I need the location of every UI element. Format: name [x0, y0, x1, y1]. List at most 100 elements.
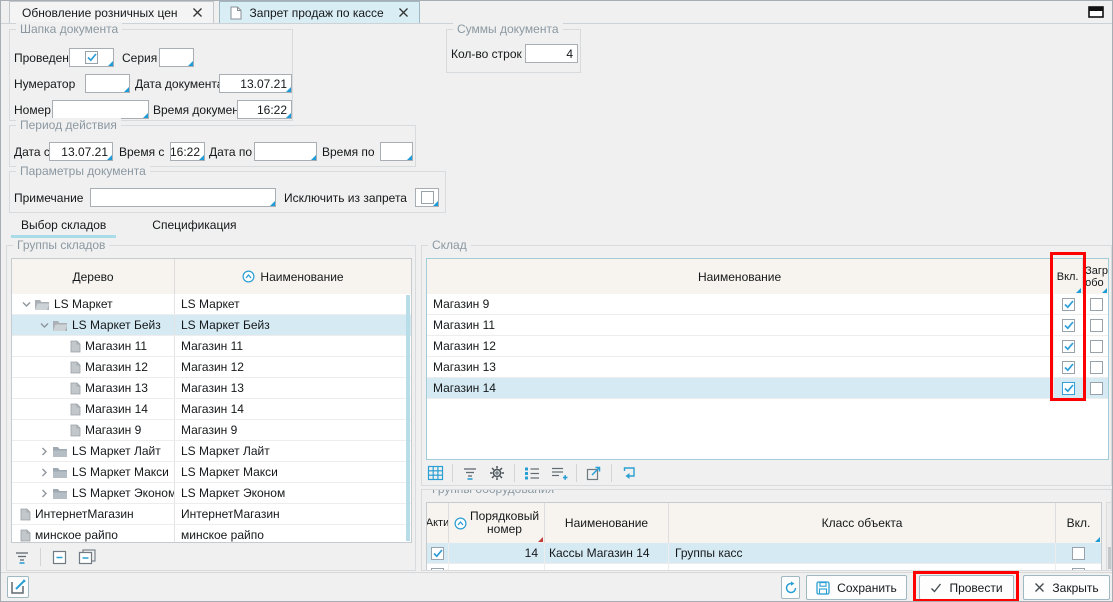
edit-button[interactable] [7, 576, 29, 598]
equipment-scrollbar[interactable] [1106, 502, 1112, 571]
tree-row[interactable]: LS Маркет МаксиLS Маркет Макси [12, 462, 411, 483]
document-date-field[interactable]: 13.07.21 [219, 74, 292, 93]
equipment-row[interactable]: 14Кассы Магазин 14Группы касс [427, 543, 1101, 564]
column-header-name[interactable]: Наименование [427, 259, 1053, 294]
exclude-checkbox[interactable] [421, 191, 434, 204]
chevron-down-icon[interactable] [36, 320, 52, 331]
reload-icon[interactable] [619, 463, 639, 483]
sklad-row[interactable]: Магазин 11 [427, 315, 1108, 336]
tree-row[interactable]: LS МаркетLS Маркет [12, 294, 411, 315]
tree-row[interactable]: минское райпоминское райпо [12, 525, 411, 542]
zagr-checkbox[interactable] [1090, 382, 1103, 395]
grid-icon[interactable] [425, 463, 445, 483]
collapse-all-icon[interactable] [77, 547, 97, 567]
filter-icon[interactable] [460, 463, 480, 483]
tree-row[interactable]: LS Маркет БейзLS Маркет Бейз [12, 315, 411, 336]
column-header-order[interactable]: Порядковыйномер [449, 503, 545, 543]
row-count-field[interactable]: 4 [525, 44, 578, 63]
tab-close-icon[interactable] [192, 7, 203, 18]
tree-row[interactable]: Магазин 12Магазин 12 [12, 357, 411, 378]
column-header-zagr[interactable]: Загробо [1083, 259, 1108, 294]
collapse-icon[interactable] [49, 547, 69, 567]
tree-row[interactable]: Магазин 9Магазин 9 [12, 420, 411, 441]
column-header-name[interactable]: Наименование [175, 259, 411, 294]
column-header-vkl[interactable]: Вкл. [1056, 503, 1101, 543]
tree-row[interactable]: LS Маркет ЛайтLS Маркет Лайт [12, 441, 411, 462]
document-time-field[interactable]: 16:22 [237, 100, 292, 119]
time-to-field[interactable] [380, 142, 413, 161]
vkl-checkbox[interactable] [1062, 340, 1075, 353]
zagr-checkbox[interactable] [1090, 361, 1103, 374]
column-header-name[interactable]: Наименование [545, 503, 669, 543]
tree-row[interactable]: ИнтернетМагазинИнтернетМагазин [12, 504, 411, 525]
posted-checkbox[interactable] [85, 51, 98, 64]
column-header-vkl[interactable]: Вкл. [1053, 259, 1083, 294]
add-list-icon[interactable] [549, 463, 569, 483]
date-from-field[interactable]: 13.07.21 [49, 142, 113, 161]
vkl-checkbox[interactable] [1062, 361, 1075, 374]
chevron-right-icon[interactable] [36, 467, 52, 478]
subtab-inactive[interactable]: Спецификация [142, 215, 246, 238]
vkl-checkbox[interactable] [1062, 382, 1075, 395]
date-to-label: Дата по [209, 145, 252, 159]
refresh-button[interactable] [781, 576, 800, 599]
exclude-checkbox-field[interactable] [415, 188, 439, 207]
group-equipment-groups: Группы оборудования Акти Порядковыйномер… [421, 489, 1112, 571]
zagr-checkbox[interactable] [1090, 319, 1103, 332]
folder-open-icon [52, 319, 68, 332]
chevron-right-icon[interactable] [36, 488, 52, 499]
active-checkbox[interactable] [431, 568, 444, 572]
tree-row[interactable]: Магазин 11Магазин 11 [12, 336, 411, 357]
numerator-field[interactable] [85, 74, 130, 93]
folder-closed-icon [52, 487, 68, 500]
vkl-checkbox[interactable] [1072, 568, 1085, 572]
subtab-active[interactable]: Выбор складов [11, 215, 116, 238]
sklad-row[interactable]: Магазин 9 [427, 294, 1108, 315]
post-button[interactable]: Провести [919, 575, 1014, 600]
tree-row[interactable]: LS Маркет ЭкономLS Маркет Эконом [12, 483, 411, 504]
series-field[interactable] [159, 48, 194, 67]
note-field[interactable] [90, 188, 276, 207]
scrollbar-thumb[interactable] [1108, 547, 1112, 569]
time-from-field[interactable]: 16:22 [170, 142, 205, 161]
tree-item-label: Магазин 9 [85, 423, 141, 437]
column-header-class[interactable]: Класс объекта [669, 503, 1056, 543]
numerator-label: Нумератор [14, 77, 75, 91]
chevron-down-icon[interactable] [18, 299, 34, 310]
restore-window-icon[interactable] [1088, 6, 1104, 18]
tree-scrollbar[interactable] [406, 295, 410, 541]
active-checkbox[interactable] [431, 547, 444, 560]
zagr-checkbox[interactable] [1090, 340, 1103, 353]
tree-item-label: Магазин 13 [85, 381, 148, 395]
column-header-tree[interactable]: Дерево [12, 259, 175, 294]
sklad-row[interactable]: Магазин 13 [427, 357, 1108, 378]
tree-row[interactable]: Магазин 13Магазин 13 [12, 378, 411, 399]
tab-inactive[interactable]: Обновление розничных цен [9, 1, 214, 23]
vkl-checkbox[interactable] [1072, 547, 1085, 560]
export-icon[interactable] [584, 463, 604, 483]
date-to-field[interactable] [254, 142, 317, 161]
tree-row[interactable]: Магазин 14Магазин 14 [12, 399, 411, 420]
tab-active[interactable]: Запрет продаж по кассе [219, 1, 420, 23]
column-header-label: Дерево [72, 270, 113, 284]
document-date-value: 13.07.21 [240, 77, 287, 91]
posted-checkbox-field[interactable] [69, 48, 114, 67]
sklad-row[interactable]: Магазин 12 [427, 336, 1108, 357]
sklad-row[interactable]: Магазин 14 [427, 378, 1108, 399]
number-field[interactable] [52, 100, 149, 119]
save-button-label: Сохранить [837, 581, 897, 595]
filter-icon[interactable] [12, 547, 32, 567]
save-button[interactable]: Сохранить [806, 575, 907, 600]
numbered-list-icon[interactable] [522, 463, 542, 483]
vkl-checkbox[interactable] [1062, 319, 1075, 332]
equipment-row[interactable] [427, 564, 1101, 571]
vkl-checkbox[interactable] [1062, 298, 1075, 311]
close-button[interactable]: Закрыть [1023, 575, 1110, 600]
chevron-right-icon[interactable] [36, 446, 52, 457]
column-header-active[interactable]: Акти [427, 503, 449, 543]
zagr-checkbox[interactable] [1090, 298, 1103, 311]
settings-icon[interactable] [487, 463, 507, 483]
equipment-name-cell [545, 564, 669, 571]
row-count-label: Кол-во строк [451, 47, 522, 61]
tab-close-icon[interactable] [398, 7, 409, 18]
